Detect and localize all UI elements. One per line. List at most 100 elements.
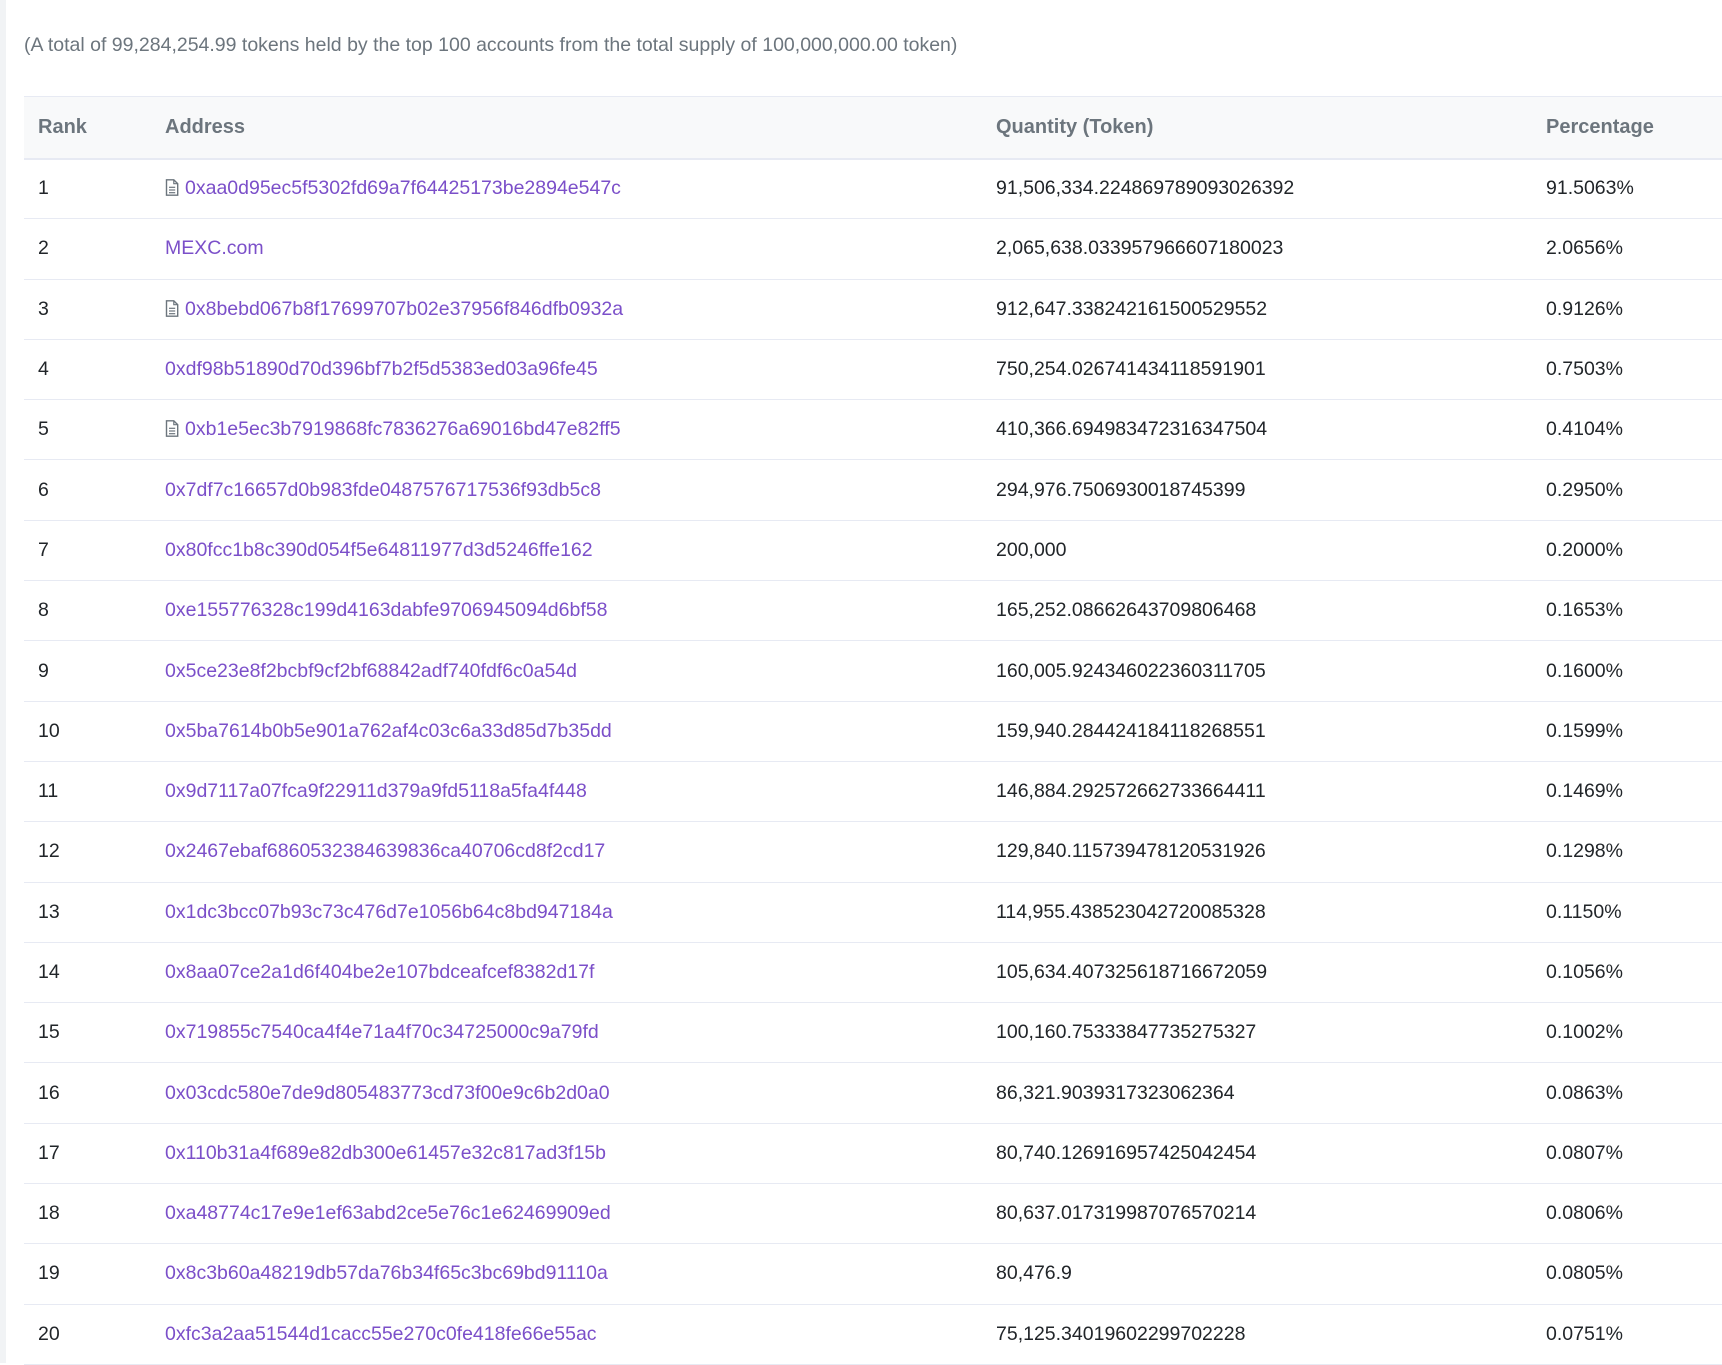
table-row-5: 5 0xb1e5ec3b7919868fc7836276a69016bd47e8…: [24, 399, 1722, 461]
percentage-value: 0.1469%: [1546, 780, 1623, 803]
address-link[interactable]: 0xaa0d95ec5f5302fd69a7f64425173be2894e54…: [185, 177, 621, 199]
quantity-value: 114,955.438523042720085328: [996, 900, 1266, 923]
quantity-value: 410,366.694983472316347504: [996, 418, 1268, 441]
address-link[interactable]: 0x8bebd067b8f17699707b02e37956f846dfb093…: [185, 298, 623, 320]
address-cell: 0xfc3a2aa51544d1cacc55e270c0fe418fe66e55…: [151, 1304, 982, 1365]
table-row-11: 11 0x9d7117a07fca9f22911d379a9fd5118a5fa…: [24, 761, 1722, 823]
rank-value: 11: [38, 780, 59, 803]
rank-cell: 16: [24, 1062, 151, 1124]
table-row-2: 2 MEXC.com 2,065,638.033957966607180023 …: [24, 218, 1722, 280]
rank-value: 7: [38, 538, 49, 561]
table-row-13: 13 0x1dc3bcc07b93c73c476d7e1056b64c8bd94…: [24, 882, 1722, 943]
rank-value: 8: [38, 599, 49, 622]
percentage-value: 0.2000%: [1546, 538, 1623, 561]
rank-value: 14: [38, 961, 60, 983]
rank-cell: 18: [24, 1183, 151, 1245]
percentage-value: 0.2950%: [1546, 478, 1623, 501]
address-link[interactable]: 0xa48774c17e9e1ef63abd2ce5e76c1e62469909…: [165, 1202, 611, 1224]
address-link[interactable]: 0x80fcc1b8c390d054f5e64811977d3d5246ffe1…: [165, 539, 593, 561]
quantity-cell: 2,065,638.033957966607180023: [982, 218, 1532, 280]
table-row-3: 3 0x8bebd067b8f17699707b02e37956f846dfb0…: [24, 279, 1722, 340]
rank-value: 10: [38, 719, 60, 742]
quantity-cell: 200,000: [982, 520, 1532, 582]
quantity-cell: 294,976.7506930018745399: [982, 459, 1532, 521]
percentage-cell: 0.1469%: [1532, 761, 1722, 823]
address-cell: 0x8bebd067b8f17699707b02e37956f846dfb093…: [151, 279, 982, 340]
percentage-value: 0.1298%: [1546, 840, 1623, 863]
quantity-value: 294,976.7506930018745399: [996, 478, 1246, 501]
percentage-cell: 0.1002%: [1532, 1002, 1722, 1064]
table-row-1: 1 0xaa0d95ec5f5302fd69a7f64425173be2894e…: [24, 158, 1722, 220]
rank-cell: 10: [24, 701, 151, 762]
address-link[interactable]: MEXC.com: [165, 237, 264, 259]
rank-cell: 13: [24, 882, 151, 943]
quantity-cell: 146,884.292572662733664411: [982, 761, 1532, 823]
rank-cell: 17: [24, 1123, 151, 1185]
rank-cell: 20: [24, 1304, 151, 1365]
address-cell: 0x8aa07ce2a1d6f404be2e107bdceafcef8382d1…: [151, 942, 982, 1004]
percentage-value: 0.1600%: [1546, 659, 1623, 682]
address-link[interactable]: 0x7df7c16657d0b983fde0487576717536f93db5…: [165, 479, 601, 501]
address-link[interactable]: 0x2467ebaf6860532384639836ca40706cd8f2cd…: [165, 840, 605, 862]
rank-value: 9: [38, 659, 49, 682]
rank-cell: 5: [24, 399, 151, 461]
rank-value: 4: [38, 358, 49, 381]
address-link[interactable]: 0x8c3b60a48219db57da76b34f65c3bc69bd9111…: [165, 1262, 608, 1284]
address-link[interactable]: 0x1dc3bcc07b93c73c476d7e1056b64c8bd94718…: [165, 901, 613, 923]
quantity-value: 129,840.115739478120531926: [996, 840, 1266, 863]
percentage-cell: 0.0807%: [1532, 1123, 1722, 1185]
address-cell: 0x8c3b60a48219db57da76b34f65c3bc69bd9111…: [151, 1243, 982, 1305]
address-link[interactable]: 0x110b31a4f689e82db300e61457e32c817ad3f1…: [165, 1142, 606, 1164]
table-row-16: 16 0x03cdc580e7de9d805483773cd73f00e9c6b…: [24, 1062, 1722, 1124]
table-row-9: 9 0x5ce23e8f2bcbf9cf2bf68842adf740fdf6c0…: [24, 640, 1722, 702]
table-row-10: 10 0x5ba7614b0b5e901a762af4c03c6a33d85d7…: [24, 701, 1722, 762]
table-row-12: 12 0x2467ebaf6860532384639836ca40706cd8f…: [24, 821, 1722, 883]
quantity-cell: 129,840.115739478120531926: [982, 821, 1532, 883]
file-document-icon: [165, 420, 179, 438]
percentage-cell: 0.1653%: [1532, 580, 1722, 642]
address-cell: 0x9d7117a07fca9f22911d379a9fd5118a5fa4f4…: [151, 761, 982, 823]
quantity-cell: 105,634.407325618716672059: [982, 942, 1532, 1004]
rank-cell: 7: [24, 520, 151, 582]
percentage-cell: 0.0751%: [1532, 1304, 1722, 1365]
address-link[interactable]: 0xb1e5ec3b7919868fc7836276a69016bd47e82f…: [185, 418, 621, 440]
rank-value: 1: [38, 177, 49, 200]
percentage-value: 0.0863%: [1546, 1081, 1623, 1104]
quantity-value: 146,884.292572662733664411: [996, 780, 1266, 803]
address-cell: 0xa48774c17e9e1ef63abd2ce5e76c1e62469909…: [151, 1183, 982, 1245]
rank-cell: 3: [24, 279, 151, 340]
percentage-value: 0.0805%: [1546, 1262, 1623, 1285]
address-link[interactable]: 0x5ce23e8f2bcbf9cf2bf68842adf740fdf6c0a5…: [165, 660, 577, 682]
address-link[interactable]: 0x8aa07ce2a1d6f404be2e107bdceafcef8382d1…: [165, 961, 594, 983]
address-cell: MEXC.com: [151, 218, 982, 280]
rank-value: 12: [38, 840, 60, 863]
address-cell: 0x1dc3bcc07b93c73c476d7e1056b64c8bd94718…: [151, 882, 982, 943]
quantity-value: 160,005.924346022360311705: [996, 659, 1266, 682]
quantity-cell: 912,647.338242161500529552: [982, 279, 1532, 340]
rank-cell: 19: [24, 1243, 151, 1305]
percentage-value: 0.1056%: [1546, 961, 1623, 983]
quantity-cell: 80,476.9: [982, 1243, 1532, 1305]
address-link[interactable]: 0x5ba7614b0b5e901a762af4c03c6a33d85d7b35…: [165, 720, 612, 742]
address-link[interactable]: 0xe155776328c199d4163dabfe9706945094d6bf…: [165, 599, 607, 621]
rank-value: 17: [38, 1141, 60, 1164]
column-header-address: Address: [151, 96, 982, 160]
percentage-cell: 0.2000%: [1532, 520, 1722, 582]
rank-value: 2: [38, 237, 49, 260]
address-cell: 0x7df7c16657d0b983fde0487576717536f93db5…: [151, 459, 982, 521]
percentage-value: 0.0806%: [1546, 1202, 1623, 1225]
percentage-cell: 0.2950%: [1532, 459, 1722, 521]
address-link[interactable]: 0xfc3a2aa51544d1cacc55e270c0fe418fe66e55…: [165, 1323, 597, 1345]
address-link[interactable]: 0xdf98b51890d70d396bf7b2f5d5383ed03a96fe…: [165, 358, 598, 380]
address-link[interactable]: 0x9d7117a07fca9f22911d379a9fd5118a5fa4f4…: [165, 780, 587, 802]
quantity-cell: 160,005.924346022360311705: [982, 640, 1532, 702]
percentage-value: 0.0751%: [1546, 1322, 1623, 1345]
left-border: [0, 0, 6, 1363]
address-link[interactable]: 0x03cdc580e7de9d805483773cd73f00e9c6b2d0…: [165, 1082, 610, 1104]
rank-value: 18: [38, 1202, 60, 1225]
table-row-8: 8 0xe155776328c199d4163dabfe9706945094d6…: [24, 580, 1722, 642]
percentage-cell: 0.9126%: [1532, 279, 1722, 340]
address-link[interactable]: 0x719855c7540ca4f4e71a4f70c34725000c9a79…: [165, 1021, 599, 1043]
percentage-cell: 0.7503%: [1532, 339, 1722, 401]
address-cell: 0xe155776328c199d4163dabfe9706945094d6bf…: [151, 580, 982, 642]
